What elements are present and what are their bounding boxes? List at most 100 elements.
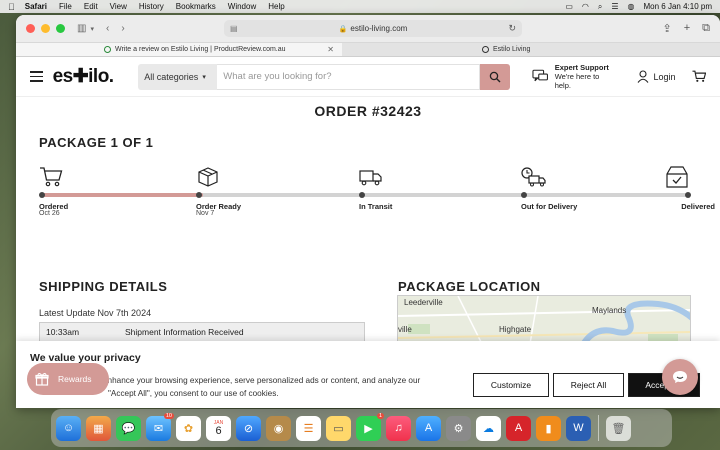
tab-estilo[interactable]: Estilo Living <box>342 43 720 56</box>
step-date: Nov 7 <box>196 210 215 217</box>
page-settings-icon[interactable]: ▤ <box>230 24 238 33</box>
facetime-icon[interactable]: ▶ 1 <box>356 412 384 441</box>
minimize-window-button[interactable] <box>41 24 50 33</box>
menu-edit[interactable]: Edit <box>84 2 98 11</box>
category-select[interactable]: All categories ▾ <box>138 63 218 90</box>
step-dot <box>685 192 691 198</box>
gift-icon <box>35 372 49 386</box>
tracking-progress: Ordered Oct 26 Order Ready Nov 7 In Tran… <box>39 165 715 225</box>
delivery-truck-clock-icon <box>521 167 546 187</box>
package-location-heading: PACKAGE LOCATION <box>398 279 541 294</box>
finder-icon[interactable]: ☺ <box>56 415 81 441</box>
latest-update: Latest Update Nov 7th 2024 <box>39 308 152 318</box>
browser-window: ▥ ▾ ‹ › ▤ 🔒 estilo-living.com ↻ ⇪ + ⧉ Wr… <box>16 15 720 408</box>
reload-icon[interactable]: ↻ <box>508 23 516 34</box>
launchpad-icon[interactable]: ▦ <box>86 415 111 441</box>
tab-productreview[interactable]: Write a review on Estilo Living | Produc… <box>16 43 342 56</box>
status-area: ▭ ◠ ⌕ ☰ ◍ Mon 6 Jan 4:10 pm <box>565 2 712 12</box>
acrobat-icon[interactable]: A <box>506 415 531 441</box>
address-bar[interactable]: ▤ 🔒 estilo-living.com ↻ <box>224 20 522 37</box>
reminders-icon[interactable]: ☰ <box>296 415 321 441</box>
lock-icon: 🔒 <box>338 25 348 33</box>
new-tab-icon[interactable]: + <box>684 22 690 35</box>
rewards-button[interactable]: Rewards <box>27 363 109 395</box>
search-button[interactable] <box>480 63 511 90</box>
menu-app-name[interactable]: Safari <box>25 2 47 11</box>
macos-menubar:  Safari File Edit View History Bookmark… <box>0 0 720 13</box>
system-settings-icon[interactable]: ⚙ <box>446 415 471 441</box>
share-icon[interactable]: ⇪ <box>662 22 671 35</box>
step-label: In Transit <box>359 202 393 211</box>
step-date: Oct 26 <box>39 210 60 217</box>
package-title: PACKAGE 1 OF 1 <box>39 135 154 150</box>
reject-all-button[interactable]: Reject All <box>553 373 624 397</box>
trash-icon[interactable]: 🗑 <box>606 415 631 441</box>
menu-file[interactable]: File <box>59 2 72 11</box>
zoom-window-button[interactable] <box>56 24 65 33</box>
search-input[interactable]: What are you looking for? <box>217 63 481 90</box>
browser-toolbar: ▥ ▾ ‹ › ▤ 🔒 estilo-living.com ↻ ⇪ + ⧉ <box>16 15 720 43</box>
category-label: All categories <box>144 71 199 82</box>
contacts-icon[interactable]: ◉ <box>266 415 291 441</box>
estilo-logo[interactable]: es✚ilo. <box>53 65 121 88</box>
table-row: 10:33am Shipment Information Received <box>39 322 365 342</box>
forward-icon[interactable]: › <box>121 23 124 34</box>
safari-icon[interactable]: ⊘ <box>236 415 261 441</box>
tab-overview-icon[interactable]: ⧉ <box>702 22 710 35</box>
chevron-down-icon[interactable]: ▾ <box>90 25 94 33</box>
macos-dock: ☺ ▦ 💬 ✉ 10 ✿ JAN 6 ⊘ ◉ ☰ ▭ ▶ 1 ♫ A ⚙ ☁ A ▮… <box>51 409 672 447</box>
sidebar-toggle-icon[interactable]: ▥ <box>77 23 86 34</box>
calendar-day: 6 <box>215 424 222 437</box>
cart-icon[interactable] <box>691 70 707 83</box>
menu-view[interactable]: View <box>110 2 127 11</box>
rewards-label: Rewards <box>58 374 92 384</box>
user-icon <box>638 70 649 83</box>
step-ordered: Ordered Oct 26 <box>39 165 68 217</box>
menu-history[interactable]: History <box>139 2 164 11</box>
box-icon <box>198 167 218 187</box>
app-store-icon[interactable]: A <box>416 415 441 441</box>
menu-bookmarks[interactable]: Bookmarks <box>176 2 216 11</box>
back-icon[interactable]: ‹ <box>106 23 109 34</box>
photos-icon[interactable]: ✿ <box>176 415 201 441</box>
battery-icon[interactable]: ▭ <box>565 2 573 11</box>
messages-icon[interactable]: 💬 <box>116 415 141 441</box>
calendar-icon[interactable]: JAN 6 <box>206 415 231 441</box>
step-dot <box>39 192 45 198</box>
music-icon[interactable]: ♫ <box>386 415 411 441</box>
menubar-clock[interactable]: Mon 6 Jan 4:10 pm <box>644 2 712 11</box>
onedrive-icon[interactable]: ☁ <box>476 415 501 441</box>
support-subtitle: We're here to help. <box>554 72 600 90</box>
cookie-consent-banner: We value your privacy enhance your brows… <box>16 341 720 408</box>
notes-icon[interactable]: ▭ <box>326 415 351 441</box>
shipment-status: Shipment Information Received <box>125 327 244 337</box>
customize-button[interactable]: Customize <box>473 373 549 397</box>
login-link[interactable]: Login <box>637 70 676 83</box>
step-label: Out for Delivery <box>521 202 578 211</box>
mail-icon[interactable]: ✉ 10 <box>146 412 174 441</box>
wifi-icon[interactable]: ◠ <box>582 2 589 11</box>
close-tab-icon[interactable]: ✕ <box>327 45 334 54</box>
login-label: Login <box>653 71 676 82</box>
hamburger-menu-icon[interactable] <box>30 71 43 82</box>
map-label: ville <box>398 325 412 334</box>
window-controls <box>26 24 65 33</box>
step-order-ready: Order Ready Nov 7 <box>196 165 241 217</box>
step-delivered: Delivered <box>665 165 715 211</box>
shipping-details-heading: SHIPPING DETAILS <box>39 279 168 294</box>
word-icon[interactable]: W <box>566 415 591 441</box>
estilo-favicon <box>482 46 489 53</box>
apple-menu-icon[interactable]:  <box>8 2 15 12</box>
search-bar: All categories ▾ What are you looking fo… <box>138 63 511 90</box>
address-text: estilo-living.com <box>350 24 408 33</box>
menu-help[interactable]: Help <box>268 2 284 11</box>
close-window-button[interactable] <box>26 24 35 33</box>
books-icon[interactable]: ▮ <box>536 415 561 441</box>
control-center-icon[interactable]: ☰ <box>611 2 618 11</box>
siri-icon[interactable]: ◍ <box>628 2 635 11</box>
expert-support[interactable]: Expert Support We're here to help. <box>532 63 615 90</box>
menu-window[interactable]: Window <box>228 2 256 11</box>
tab-title: Estilo Living <box>493 46 531 53</box>
chat-launcher-button[interactable] <box>662 359 698 395</box>
search-spotlight-icon[interactable]: ⌕ <box>598 2 602 12</box>
